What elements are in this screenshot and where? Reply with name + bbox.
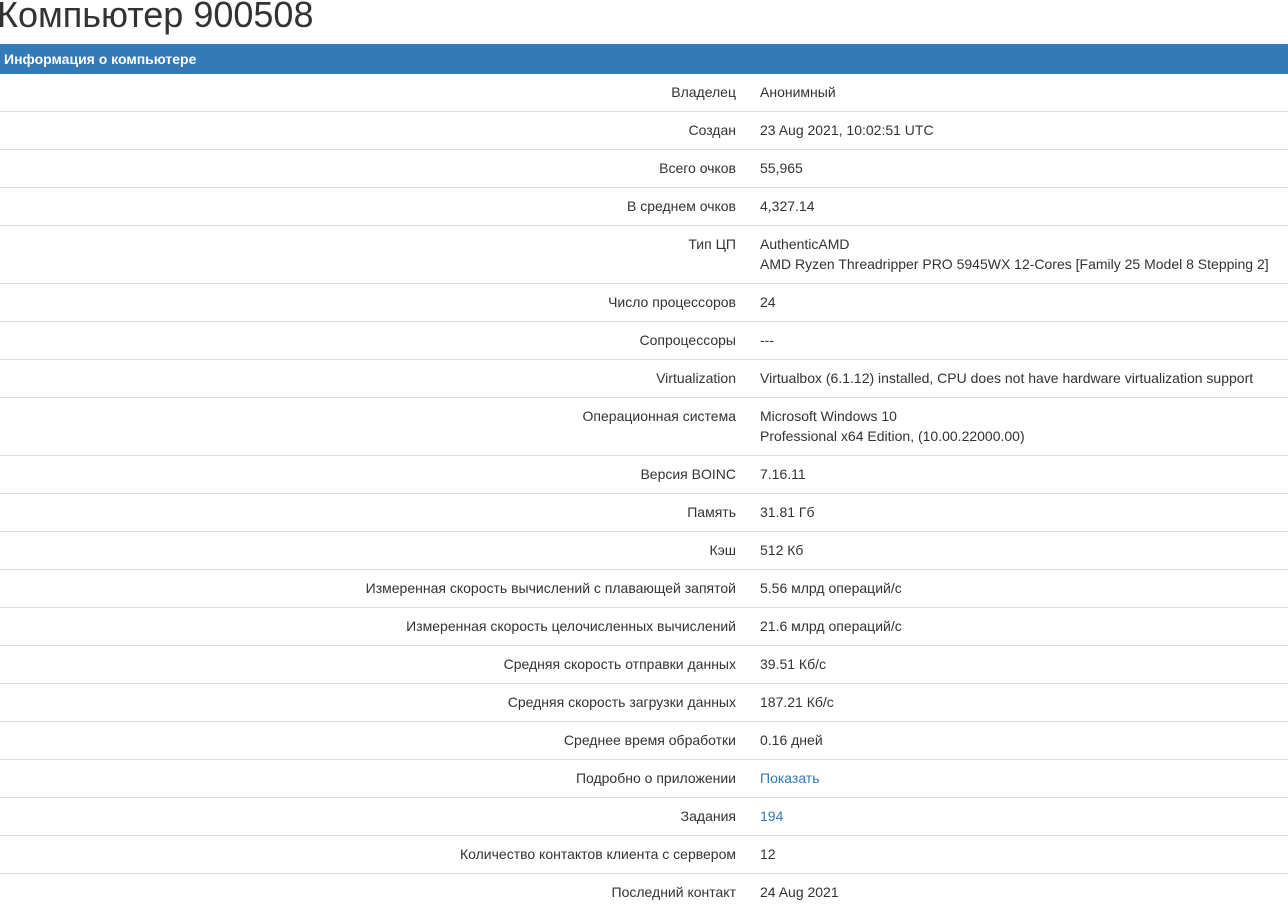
- row-value-line: ---: [760, 330, 1288, 350]
- row-value-line: 5.56 млрд операций/с: [760, 578, 1288, 598]
- row-value-line: Microsoft Windows 10: [760, 406, 1288, 426]
- info-row: Владелец Анонимный: [0, 74, 1288, 112]
- row-value: 24 Aug 2021: [736, 874, 1288, 911]
- row-value: 21.6 млрд операций/с: [736, 608, 1288, 646]
- info-row: Средняя скорость отправки данных 39.51 Кб…: [0, 646, 1288, 684]
- row-label: Подробно о приложении: [0, 760, 736, 798]
- row-value-line: AMD Ryzen Threadripper PRO 5945WX 12-Cor…: [760, 254, 1288, 274]
- row-value: ---: [736, 322, 1288, 360]
- row-value-link[interactable]: Показать: [760, 770, 820, 786]
- row-value: 12: [736, 836, 1288, 874]
- row-label: Версия BOINC: [0, 456, 736, 494]
- info-row: Тип ЦПAuthenticAMDAMD Ryzen Threadripper…: [0, 226, 1288, 284]
- computer-info-table: Владелец Анонимный Создан 23 Aug 2021, 10:0…: [0, 74, 1288, 911]
- row-value-line: 512 Кб: [760, 540, 1288, 560]
- row-label: Последний контакт: [0, 874, 736, 911]
- row-label: Сопроцессоры: [0, 322, 736, 360]
- row-value-line: 7.16.11: [760, 464, 1288, 484]
- row-value-line: 12: [760, 844, 1288, 864]
- row-label: Тип ЦП: [0, 226, 736, 284]
- row-value-line: 21.6 млрд операций/с: [760, 616, 1288, 636]
- row-value: 23 Aug 2021, 10:02:51 UTC: [736, 112, 1288, 150]
- row-value-line: AuthenticAMD: [760, 234, 1288, 254]
- row-value-line: 39.51 Кб/с: [760, 654, 1288, 674]
- info-row: Память 31.81 Гб: [0, 494, 1288, 532]
- row-value-link[interactable]: 194: [760, 808, 783, 824]
- info-row: Версия BOINC 7.16.11: [0, 456, 1288, 494]
- row-value: 31.81 Гб: [736, 494, 1288, 532]
- row-value: Анонимный: [736, 74, 1288, 112]
- row-value-line: 0.16 дней: [760, 730, 1288, 750]
- info-row: Число процессоров 24: [0, 284, 1288, 322]
- row-value: 39.51 Кб/с: [736, 646, 1288, 684]
- info-row: Измеренная скорость целочисленных вычисл…: [0, 608, 1288, 646]
- info-row: Операционная системаMicrosoft Windows 10…: [0, 398, 1288, 456]
- row-label: Память: [0, 494, 736, 532]
- row-value: Microsoft Windows 10Professional x64 Edi…: [736, 398, 1288, 456]
- row-label: В среднем очков: [0, 188, 736, 226]
- page-title: Компьютер 900508: [0, 0, 313, 39]
- row-label: Среднее время обработки: [0, 722, 736, 760]
- panel-header: Информация о компьютере: [0, 44, 1288, 74]
- row-value-line: 23 Aug 2021, 10:02:51 UTC: [760, 120, 1288, 140]
- info-row: Virtualization Virtualbox (6.1.12) instal…: [0, 360, 1288, 398]
- row-value: Virtualbox (6.1.12) installed, CPU does …: [736, 360, 1288, 398]
- row-label: Операционная система: [0, 398, 736, 456]
- row-value: 194: [736, 798, 1288, 836]
- row-value-line: Анонимный: [760, 82, 1288, 102]
- row-value-line: Virtualbox (6.1.12) installed, CPU does …: [760, 368, 1288, 388]
- row-label: Измеренная скорость вычислений с плавающ…: [0, 570, 736, 608]
- row-value-line: 31.81 Гб: [760, 502, 1288, 522]
- row-value: 187.21 Кб/с: [736, 684, 1288, 722]
- row-value: 0.16 дней: [736, 722, 1288, 760]
- info-row: Создан 23 Aug 2021, 10:02:51 UTC: [0, 112, 1288, 150]
- row-label: Количество контактов клиента с сервером: [0, 836, 736, 874]
- row-label: Задания: [0, 798, 736, 836]
- info-row: Задания 194: [0, 798, 1288, 836]
- row-value-line: 55,965: [760, 158, 1288, 178]
- row-label: Кэш: [0, 532, 736, 570]
- row-value: 4,327.14: [736, 188, 1288, 226]
- row-value: 5.56 млрд операций/с: [736, 570, 1288, 608]
- info-rows: Владелец Анонимный Создан 23 Aug 2021, 10:0…: [0, 74, 1288, 911]
- row-value: 512 Кб: [736, 532, 1288, 570]
- row-value-line: 24 Aug 2021: [760, 882, 1288, 902]
- row-value: 24: [736, 284, 1288, 322]
- row-label: Создан: [0, 112, 736, 150]
- row-value-line: Professional x64 Edition, (10.00.22000.0…: [760, 426, 1288, 446]
- info-row: Кэш 512 Кб: [0, 532, 1288, 570]
- info-row: Среднее время обработки 0.16 дней: [0, 722, 1288, 760]
- row-value: 55,965: [736, 150, 1288, 188]
- info-row: Средняя скорость загрузки данных 187.21 К…: [0, 684, 1288, 722]
- row-label: Средняя скорость загрузки данных: [0, 684, 736, 722]
- info-row: Всего очков 55,965: [0, 150, 1288, 188]
- row-value: AuthenticAMDAMD Ryzen Threadripper PRO 5…: [736, 226, 1288, 284]
- info-row: Сопроцессоры ---: [0, 322, 1288, 360]
- info-row: Последний контакт 24 Aug 2021: [0, 874, 1288, 911]
- row-label: Число процессоров: [0, 284, 736, 322]
- info-row: Измеренная скорость вычислений с плавающ…: [0, 570, 1288, 608]
- row-value-line: 4,327.14: [760, 196, 1288, 216]
- info-row: Количество контактов клиента с сервером 1…: [0, 836, 1288, 874]
- row-value: 7.16.11: [736, 456, 1288, 494]
- info-row: Подробно о приложении Показать: [0, 760, 1288, 798]
- row-label: Средняя скорость отправки данных: [0, 646, 736, 684]
- row-value-line: 187.21 Кб/с: [760, 692, 1288, 712]
- row-value: Показать: [736, 760, 1288, 798]
- row-label: Всего очков: [0, 150, 736, 188]
- row-label: Virtualization: [0, 360, 736, 398]
- info-row: В среднем очков 4,327.14: [0, 188, 1288, 226]
- row-label: Измеренная скорость целочисленных вычисл…: [0, 608, 736, 646]
- row-value-line: 24: [760, 292, 1288, 312]
- row-label: Владелец: [0, 74, 736, 112]
